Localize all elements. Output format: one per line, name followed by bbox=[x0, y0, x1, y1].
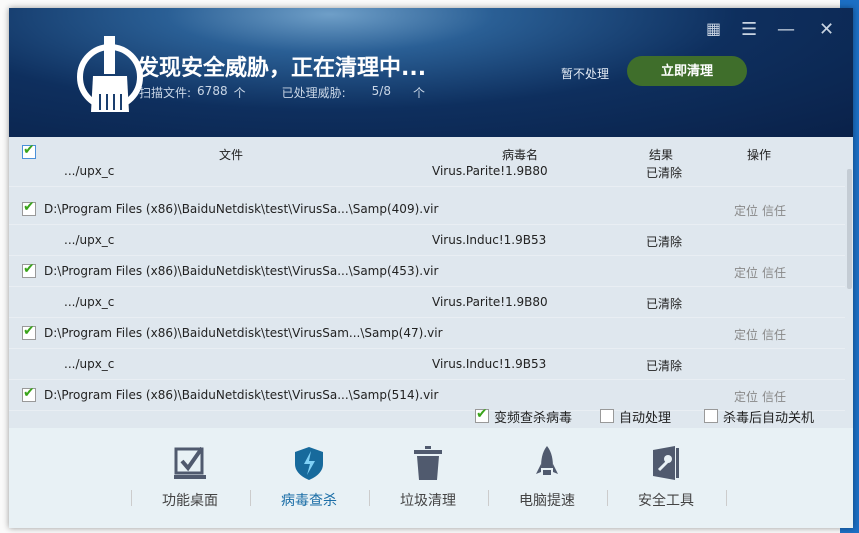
scan-label: 扫描文件: bbox=[139, 86, 192, 100]
threat-list: 文件 病毒名 结果 操作 .../upx_cVirus.Parite!1.9B8… bbox=[9, 137, 853, 428]
freq-scan-label: 变频查杀病毒 bbox=[494, 411, 573, 426]
row-checkbox[interactable] bbox=[22, 385, 36, 402]
wrench-icon bbox=[653, 446, 679, 480]
checkbox-icon bbox=[174, 446, 206, 479]
nav-label: 功能桌面 bbox=[162, 493, 218, 509]
result: 已清除 bbox=[646, 359, 683, 373]
result: 已清除 bbox=[646, 297, 683, 311]
virus-name: Virus.Induc!1.9B53 bbox=[432, 233, 547, 247]
table-row: .../upx_c Virus.Induc!1.9B53 已清除 bbox=[9, 349, 845, 380]
nav-virus-scan[interactable]: 病毒查杀 bbox=[250, 446, 368, 510]
file-path: .../upx_c bbox=[64, 357, 115, 371]
menu-icon[interactable]: ☰ bbox=[741, 19, 757, 40]
shield-icon bbox=[295, 447, 323, 480]
auto-process-checkbox[interactable] bbox=[600, 409, 614, 423]
row-checkbox[interactable] bbox=[22, 323, 36, 340]
trust-link[interactable]: 信任 bbox=[762, 202, 786, 219]
file-path: D:\Program Files (x86)\BaiduNetdisk\test… bbox=[44, 264, 439, 278]
table-row: .../upx_c Virus.Induc!1.9B53 已清除 bbox=[9, 225, 845, 256]
bottom-nav: 功能桌面 病毒查杀 垃圾清理 电脑提速 安全工具 bbox=[9, 428, 853, 528]
locate-link[interactable]: 定位 bbox=[734, 326, 758, 343]
table-row: D:\Program Files (x86)\BaiduNetdisk\test… bbox=[9, 318, 845, 349]
locate-link[interactable]: 定位 bbox=[734, 388, 758, 405]
freq-scan-checkbox[interactable] bbox=[475, 406, 489, 423]
close-icon[interactable]: ✕ bbox=[819, 19, 834, 40]
page-title: 发现安全威胁，正在清理中... bbox=[137, 56, 427, 81]
threat-count: 5/8 bbox=[371, 84, 391, 98]
virus-name: Virus.Parite!1.9B80 bbox=[432, 295, 548, 309]
auto-shutdown-label: 杀毒后自动关机 bbox=[723, 411, 815, 426]
trust-link[interactable]: 信任 bbox=[762, 388, 786, 405]
scrollbar[interactable] bbox=[847, 169, 852, 289]
table-row: D:\Program Files (x86)\BaiduNetdisk\test… bbox=[9, 194, 845, 225]
file-path: D:\Program Files (x86)\BaiduNetdisk\test… bbox=[44, 326, 443, 340]
row-checkbox[interactable] bbox=[22, 261, 36, 278]
minimize-icon[interactable]: — bbox=[777, 19, 795, 40]
header: 发现安全威胁，正在清理中... 扫描文件: 6788 个 已处理威胁: 5/8 … bbox=[9, 8, 853, 137]
file-path: .../upx_c bbox=[64, 233, 115, 247]
table-row: .../upx_c Virus.Parite!1.9B80 已清除 bbox=[9, 287, 845, 318]
nav-speedup[interactable]: 电脑提速 bbox=[488, 446, 606, 510]
nav-label: 垃圾清理 bbox=[400, 493, 456, 509]
scan-stats: 扫描文件: 6788 个 已处理威胁: 5/8 个 bbox=[139, 84, 425, 101]
file-path: D:\Program Files (x86)\BaiduNetdisk\test… bbox=[44, 202, 439, 216]
table-row: .../upx_c Virus.Parite!1.9B80 已清除 bbox=[9, 156, 845, 187]
locate-link[interactable]: 定位 bbox=[734, 264, 758, 281]
nav-junk-clean[interactable]: 垃圾清理 bbox=[369, 446, 487, 510]
auto-shutdown-checkbox[interactable] bbox=[704, 409, 718, 423]
scan-count: 6788 bbox=[197, 84, 228, 98]
nav-security-tools[interactable]: 安全工具 bbox=[607, 446, 725, 510]
unit: 个 bbox=[233, 86, 246, 100]
unit: 个 bbox=[412, 86, 425, 100]
clean-now-button[interactable]: 立即清理 bbox=[627, 56, 747, 86]
locate-link[interactable]: 定位 bbox=[734, 202, 758, 219]
threat-label: 已处理威胁: bbox=[281, 86, 346, 100]
table-row: D:\Program Files (x86)\BaiduNetdisk\test… bbox=[9, 256, 845, 287]
trust-link[interactable]: 信任 bbox=[762, 264, 786, 281]
result: 已清除 bbox=[646, 166, 683, 180]
auto-process-label: 自动处理 bbox=[619, 411, 672, 426]
qrcode-icon[interactable]: ▦ bbox=[706, 19, 721, 38]
virus-name: Virus.Parite!1.9B80 bbox=[432, 164, 548, 178]
nav-label: 安全工具 bbox=[638, 493, 694, 509]
file-path: .../upx_c bbox=[64, 295, 115, 309]
table-row: D:\Program Files (x86)\BaiduNetdisk\test… bbox=[9, 380, 845, 411]
rocket-icon bbox=[536, 446, 558, 475]
antivirus-window: 发现安全威胁，正在清理中... 扫描文件: 6788 个 已处理威胁: 5/8 … bbox=[9, 8, 853, 528]
file-path: D:\Program Files (x86)\BaiduNetdisk\test… bbox=[44, 388, 439, 402]
result: 已清除 bbox=[646, 235, 683, 249]
broom-icon bbox=[77, 36, 143, 112]
trash-icon bbox=[414, 446, 442, 480]
nav-label: 病毒查杀 bbox=[281, 493, 337, 509]
virus-name: Virus.Induc!1.9B53 bbox=[432, 357, 547, 371]
file-path: .../upx_c bbox=[64, 164, 115, 178]
row-checkbox[interactable] bbox=[22, 199, 36, 216]
nav-desktop[interactable]: 功能桌面 bbox=[131, 446, 249, 510]
skip-button[interactable]: 暂不处理 bbox=[561, 65, 609, 82]
trust-link[interactable]: 信任 bbox=[762, 326, 786, 343]
nav-label: 电脑提速 bbox=[519, 493, 575, 509]
